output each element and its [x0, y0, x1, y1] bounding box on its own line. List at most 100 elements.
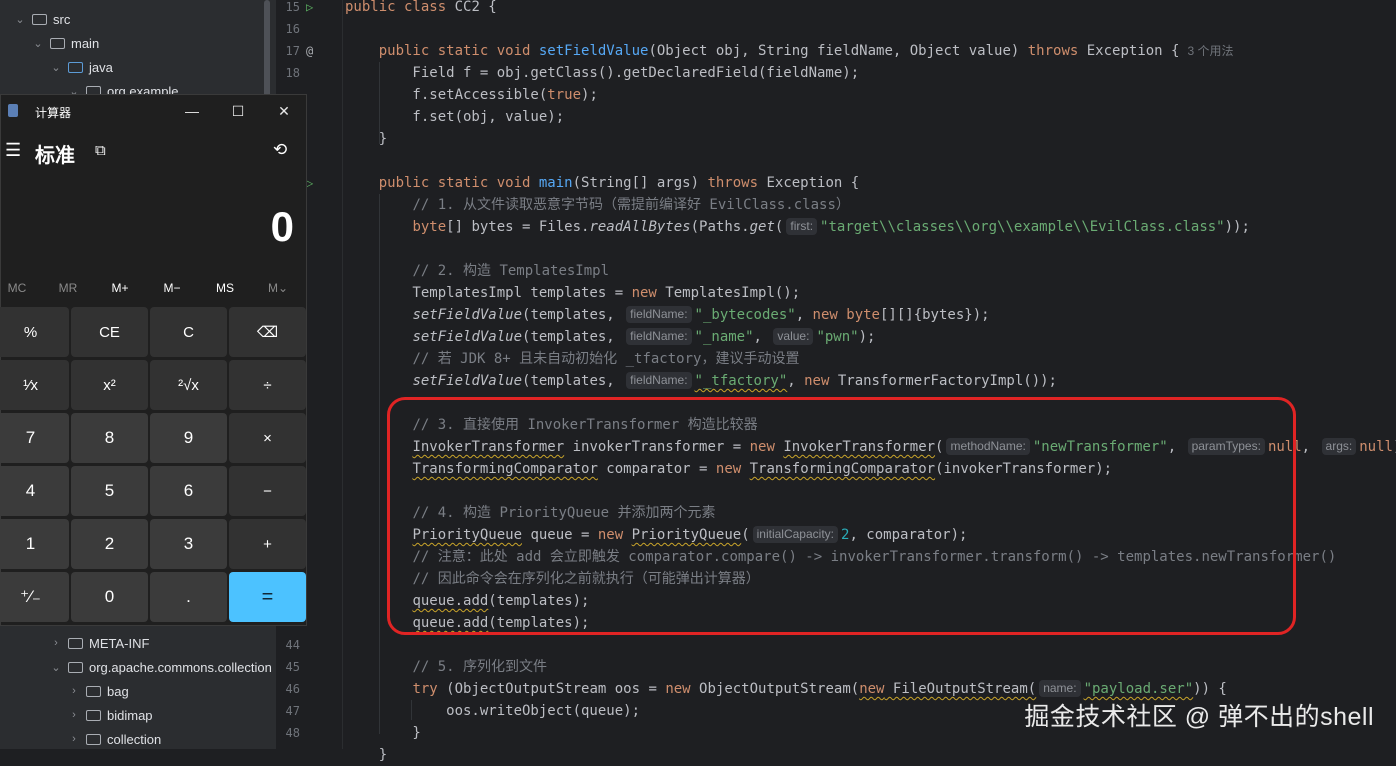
backspace-key[interactable]: ⌫ — [229, 307, 306, 357]
close-button[interactable]: ✕ — [267, 99, 301, 123]
tree-item-collection[interactable]: › collection — [0, 728, 161, 750]
digit-0-key[interactable]: 0 — [71, 572, 148, 622]
code-line[interactable]: oos.writeObject(queue); — [345, 700, 640, 722]
calculator-app-icon — [8, 104, 18, 117]
folder-icon — [68, 637, 83, 649]
digit-4-key[interactable]: 4 — [0, 466, 69, 516]
code-line[interactable]: // 5. 序列化到文件 — [345, 656, 547, 678]
code-line[interactable]: Field f = obj.getClass().getDeclaredFiel… — [345, 62, 859, 84]
code-editor[interactable]: 15 ▷ 16 17 @ 18 ▷ 44 45 46 47 48 public … — [276, 0, 1396, 763]
code-line[interactable]: // 2. 构造 TemplatesImpl — [345, 260, 609, 282]
tree-item-label: bag — [107, 683, 129, 699]
code-line[interactable]: setFieldValue(templates, fieldName: "_nam… — [345, 326, 875, 348]
param-hint: first: — [786, 218, 818, 235]
decimal-key[interactable]: . — [150, 572, 227, 622]
minimize-button[interactable]: — — [175, 99, 209, 123]
memory-store-button[interactable]: MS — [205, 281, 245, 295]
chevron-right-icon: › — [54, 637, 58, 649]
clear-entry-key[interactable]: CE — [71, 307, 148, 357]
digit-2-key[interactable]: 2 — [71, 519, 148, 569]
digit-8-key[interactable]: 8 — [71, 413, 148, 463]
chevron-right-icon: › — [72, 685, 76, 697]
run-icon[interactable]: ▷ — [306, 172, 313, 194]
code-line[interactable]: public static void main(String[] args) t… — [345, 172, 859, 194]
package-icon — [86, 685, 101, 697]
source-folder-icon — [68, 61, 83, 73]
chevron-down-icon: ⌄ — [33, 37, 43, 50]
package-icon — [68, 661, 83, 673]
equals-key[interactable]: = — [229, 572, 306, 622]
negate-key[interactable]: ⁺⁄₋ — [0, 572, 69, 622]
tree-item-label: java — [89, 59, 113, 75]
memory-recall-button[interactable]: MR — [48, 281, 88, 295]
code-line[interactable]: public class CC2 { — [345, 0, 497, 18]
param-hint: fieldName: — [626, 372, 692, 389]
tree-item-label: org.apache.commons.collection — [89, 659, 272, 675]
usage-hint[interactable]: 3 个用法 — [1187, 44, 1233, 58]
param-hint: args: — [1321, 438, 1357, 455]
highlight-annotation-box — [387, 397, 1296, 635]
tree-item-java[interactable]: ⌄ java — [0, 56, 113, 78]
calculator-titlebar[interactable]: 计算器 — ☐ ✕ — [1, 95, 306, 127]
keep-on-top-icon[interactable]: ⧉ — [95, 142, 106, 159]
tree-item-meta-inf[interactable]: › META-INF — [0, 632, 149, 654]
multiply-key[interactable]: × — [229, 413, 306, 463]
subtract-key[interactable]: − — [229, 466, 306, 516]
memory-list-button[interactable]: M⌄ — [258, 281, 298, 295]
add-key[interactable]: + — [229, 519, 306, 569]
code-line[interactable]: } — [345, 744, 387, 766]
chevron-down-icon: ⌄ — [51, 61, 61, 74]
code-line[interactable]: f.setAccessible(true); — [345, 84, 597, 106]
code-line[interactable]: setFieldValue(templates, fieldName: "_tfa… — [345, 370, 1057, 392]
digit-9-key[interactable]: 9 — [150, 413, 227, 463]
memory-clear-button[interactable]: MC — [0, 281, 37, 295]
memory-subtract-button[interactable]: M− — [152, 281, 192, 295]
line-number: 48 — [285, 726, 300, 740]
divide-key[interactable]: ÷ — [229, 360, 306, 410]
tree-item-bag[interactable]: › bag — [0, 680, 129, 702]
tree-item-bidimap[interactable]: › bidimap — [0, 704, 152, 726]
param-hint: name: — [1039, 680, 1081, 697]
digit-1-key[interactable]: 1 — [0, 519, 69, 569]
line-number: 47 — [285, 704, 300, 718]
calculator-window[interactable]: 计算器 — ☐ ✕ ☰ 标准 ⧉ ⟲ 0 MC MR M+ M− MS M⌄ %… — [0, 94, 307, 626]
run-icon[interactable]: ▷ — [306, 0, 313, 18]
code-line[interactable]: // 1. 从文件读取恶意字节码（需提前编译好 EvilClass.class） — [345, 194, 849, 216]
calculator-display: 0 — [270, 203, 294, 250]
digit-6-key[interactable]: 6 — [150, 466, 227, 516]
percent-key[interactable]: % — [0, 307, 69, 357]
package-icon — [86, 733, 101, 745]
digit-3-key[interactable]: 3 — [150, 519, 227, 569]
maximize-button[interactable]: ☐ — [221, 99, 255, 123]
hamburger-menu-icon[interactable]: ☰ — [5, 140, 21, 161]
line-number: 15 — [285, 0, 300, 14]
digit-7-key[interactable]: 7 — [0, 413, 69, 463]
code-line[interactable]: } — [345, 128, 387, 150]
tree-item-main[interactable]: ⌄ main — [0, 32, 99, 54]
memory-add-button[interactable]: M+ — [100, 281, 140, 295]
history-icon[interactable]: ⟲ — [273, 140, 287, 160]
reciprocal-key[interactable]: ¹⁄x — [0, 360, 69, 410]
line-number: 16 — [285, 22, 300, 36]
param-hint: value: — [773, 328, 814, 345]
code-line[interactable]: // 若 JDK 8+ 且未自动初始化 _tfactory，建议手动设置 — [345, 348, 799, 370]
annotation-icon[interactable]: @ — [306, 40, 313, 62]
chevron-down-icon: ⌄ — [51, 661, 61, 674]
tree-item-label: collection — [107, 731, 162, 747]
code-line[interactable]: TemplatesImpl templates = new TemplatesI… — [345, 282, 800, 304]
tree-item-commons-collection[interactable]: ⌄ org.apache.commons.collection — [0, 656, 272, 678]
chevron-right-icon: › — [72, 709, 76, 721]
square-root-key[interactable]: ²√x — [150, 360, 227, 410]
folder-icon — [50, 37, 65, 49]
chevron-right-icon: › — [72, 733, 76, 745]
code-line[interactable]: byte[] bytes = Files.readAllBytes(Paths.… — [345, 216, 1250, 238]
param-hint: fieldName: — [626, 306, 692, 323]
code-line[interactable]: public static void setFieldValue(Object … — [345, 40, 1234, 62]
clear-key[interactable]: C — [150, 307, 227, 357]
code-line[interactable]: setFieldValue(templates, fieldName: "_byt… — [345, 304, 990, 326]
digit-5-key[interactable]: 5 — [71, 466, 148, 516]
code-line[interactable]: } — [345, 722, 420, 744]
tree-item-src[interactable]: ⌄ src — [0, 8, 70, 30]
code-line[interactable]: f.set(obj, value); — [345, 106, 564, 128]
square-key[interactable]: x² — [71, 360, 148, 410]
